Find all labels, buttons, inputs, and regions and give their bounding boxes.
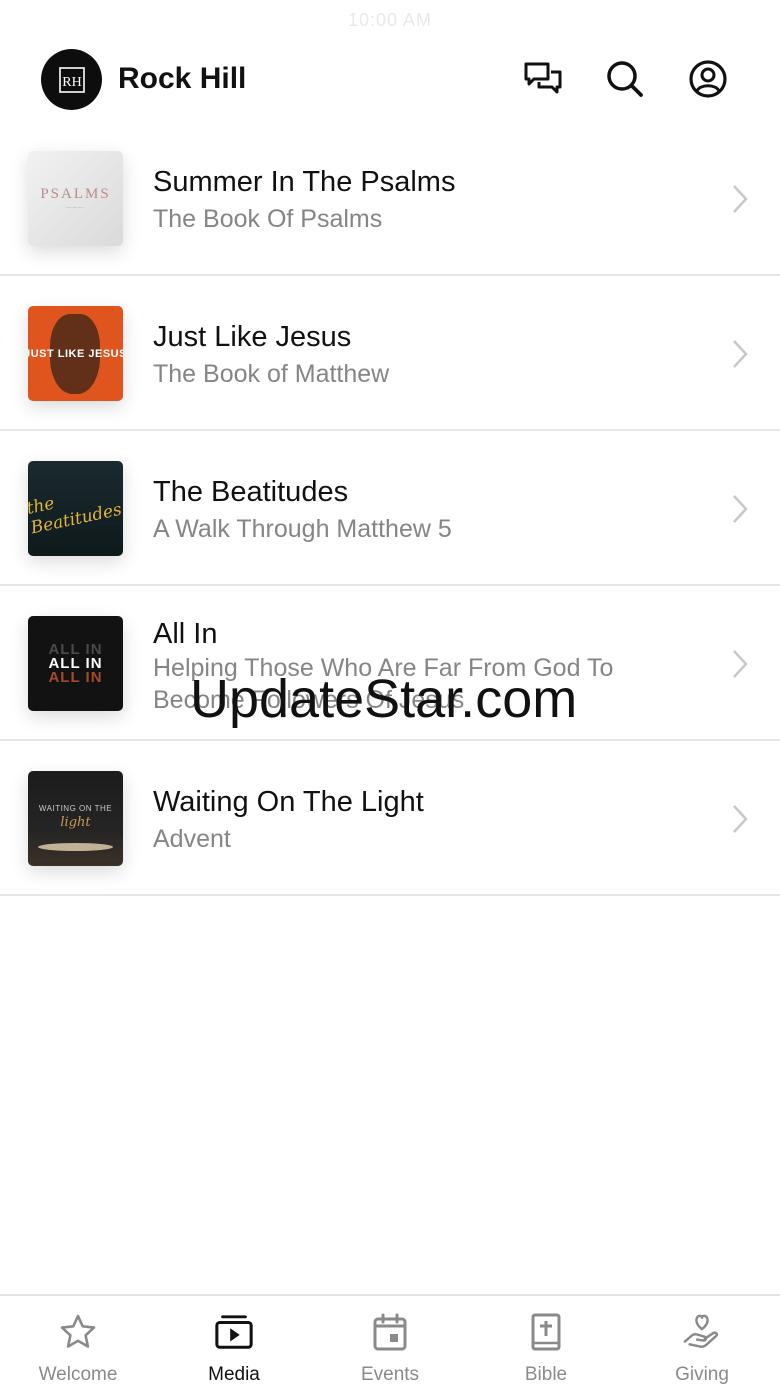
series-thumbnail: JUST LIKE JESUS [28,306,123,401]
series-subtitle: The Book Of Psalms [153,205,383,233]
series-item-the-beatitudes[interactable]: the Beatitudes The Beatitudes A Walk Thr… [0,431,780,586]
series-title: Summer In The Psalms [153,166,456,198]
profile-icon [689,60,727,98]
chevron-right-icon [733,805,748,833]
tab-welcome[interactable]: Welcome [0,1296,156,1387]
church-logo[interactable]: RH [41,49,102,110]
status-bar: 10:00 AM [0,0,780,40]
status-time: 10:00 AM [347,10,433,30]
chevron-right-icon [733,185,748,213]
series-thumbnail: WAITING ON THE light [28,771,123,866]
thumbnail-text: ALL IN [48,668,103,686]
thumbnail-script-text: light [60,815,91,830]
bible-icon [526,1312,566,1352]
app-header: RH Rock Hill [0,40,780,122]
thumbnail-text: WAITING ON THE [38,804,113,813]
series-subtitle: Helping Those Who Are Far From God To Be… [153,654,614,714]
chat-bubbles-icon [524,62,562,94]
tab-label: Media [208,1364,260,1385]
giving-hand-heart-icon [682,1312,722,1352]
rh-monogram-icon: RH [58,66,85,93]
tab-label: Bible [524,1364,568,1385]
tab-label: Giving [675,1364,729,1385]
series-thumbnail: the Beatitudes [28,461,123,556]
thumbnail-text: JUST LIKE JESUS [28,347,123,360]
tab-bible[interactable]: Bible [468,1296,624,1387]
calendar-icon [370,1312,410,1352]
series-item-summer-in-the-psalms[interactable]: PSALMS ——— Summer In The Psalms The Book… [0,121,780,276]
series-title: Just Like Jesus [153,321,352,353]
tab-events[interactable]: Events [312,1296,468,1387]
svg-text:RH: RH [62,75,81,90]
media-player-icon [214,1312,254,1352]
series-subtitle: The Book of Matthew [153,360,390,388]
tab-label: Welcome [38,1364,118,1385]
search-icon [607,61,643,97]
series-item-waiting-on-the-light[interactable]: WAITING ON THE light Waiting On The Ligh… [0,741,780,896]
series-title: Waiting On The Light [153,786,424,818]
chevron-right-icon [733,495,748,523]
series-thumbnail: ALL IN ALL IN ALL IN [28,616,123,711]
thumbnail-horizon-glow [38,843,113,851]
series-item-all-in[interactable]: ALL IN ALL IN ALL IN All In Helping Thos… [0,586,780,741]
tab-giving[interactable]: Giving [624,1296,780,1387]
series-item-just-like-jesus[interactable]: JUST LIKE JESUS Just Like Jesus The Book… [0,276,780,431]
app-title: Rock Hill [118,62,247,95]
tab-label: Events [360,1364,420,1385]
series-thumbnail: PSALMS ——— [28,151,123,246]
series-title: All In [153,618,218,650]
tab-media[interactable]: Media [156,1296,312,1387]
bottom-tab-bar: Welcome Media Events Bible Giving [0,1294,780,1387]
star-icon [58,1312,98,1352]
series-list: PSALMS ——— Summer In The Psalms The Book… [0,121,780,896]
chevron-right-icon [733,650,748,678]
thumbnail-decoration: ——— [66,205,85,211]
thumbnail-text: PSALMS [40,186,111,202]
series-subtitle: A Walk Through Matthew 5 [153,515,452,543]
series-title: The Beatitudes [153,476,349,508]
thumbnail-text: the Beatitudes [28,493,123,538]
chevron-right-icon [733,340,748,368]
chat-button[interactable] [520,56,566,102]
search-button[interactable] [602,56,648,102]
profile-button[interactable] [685,56,731,102]
series-subtitle: Advent [153,825,231,853]
